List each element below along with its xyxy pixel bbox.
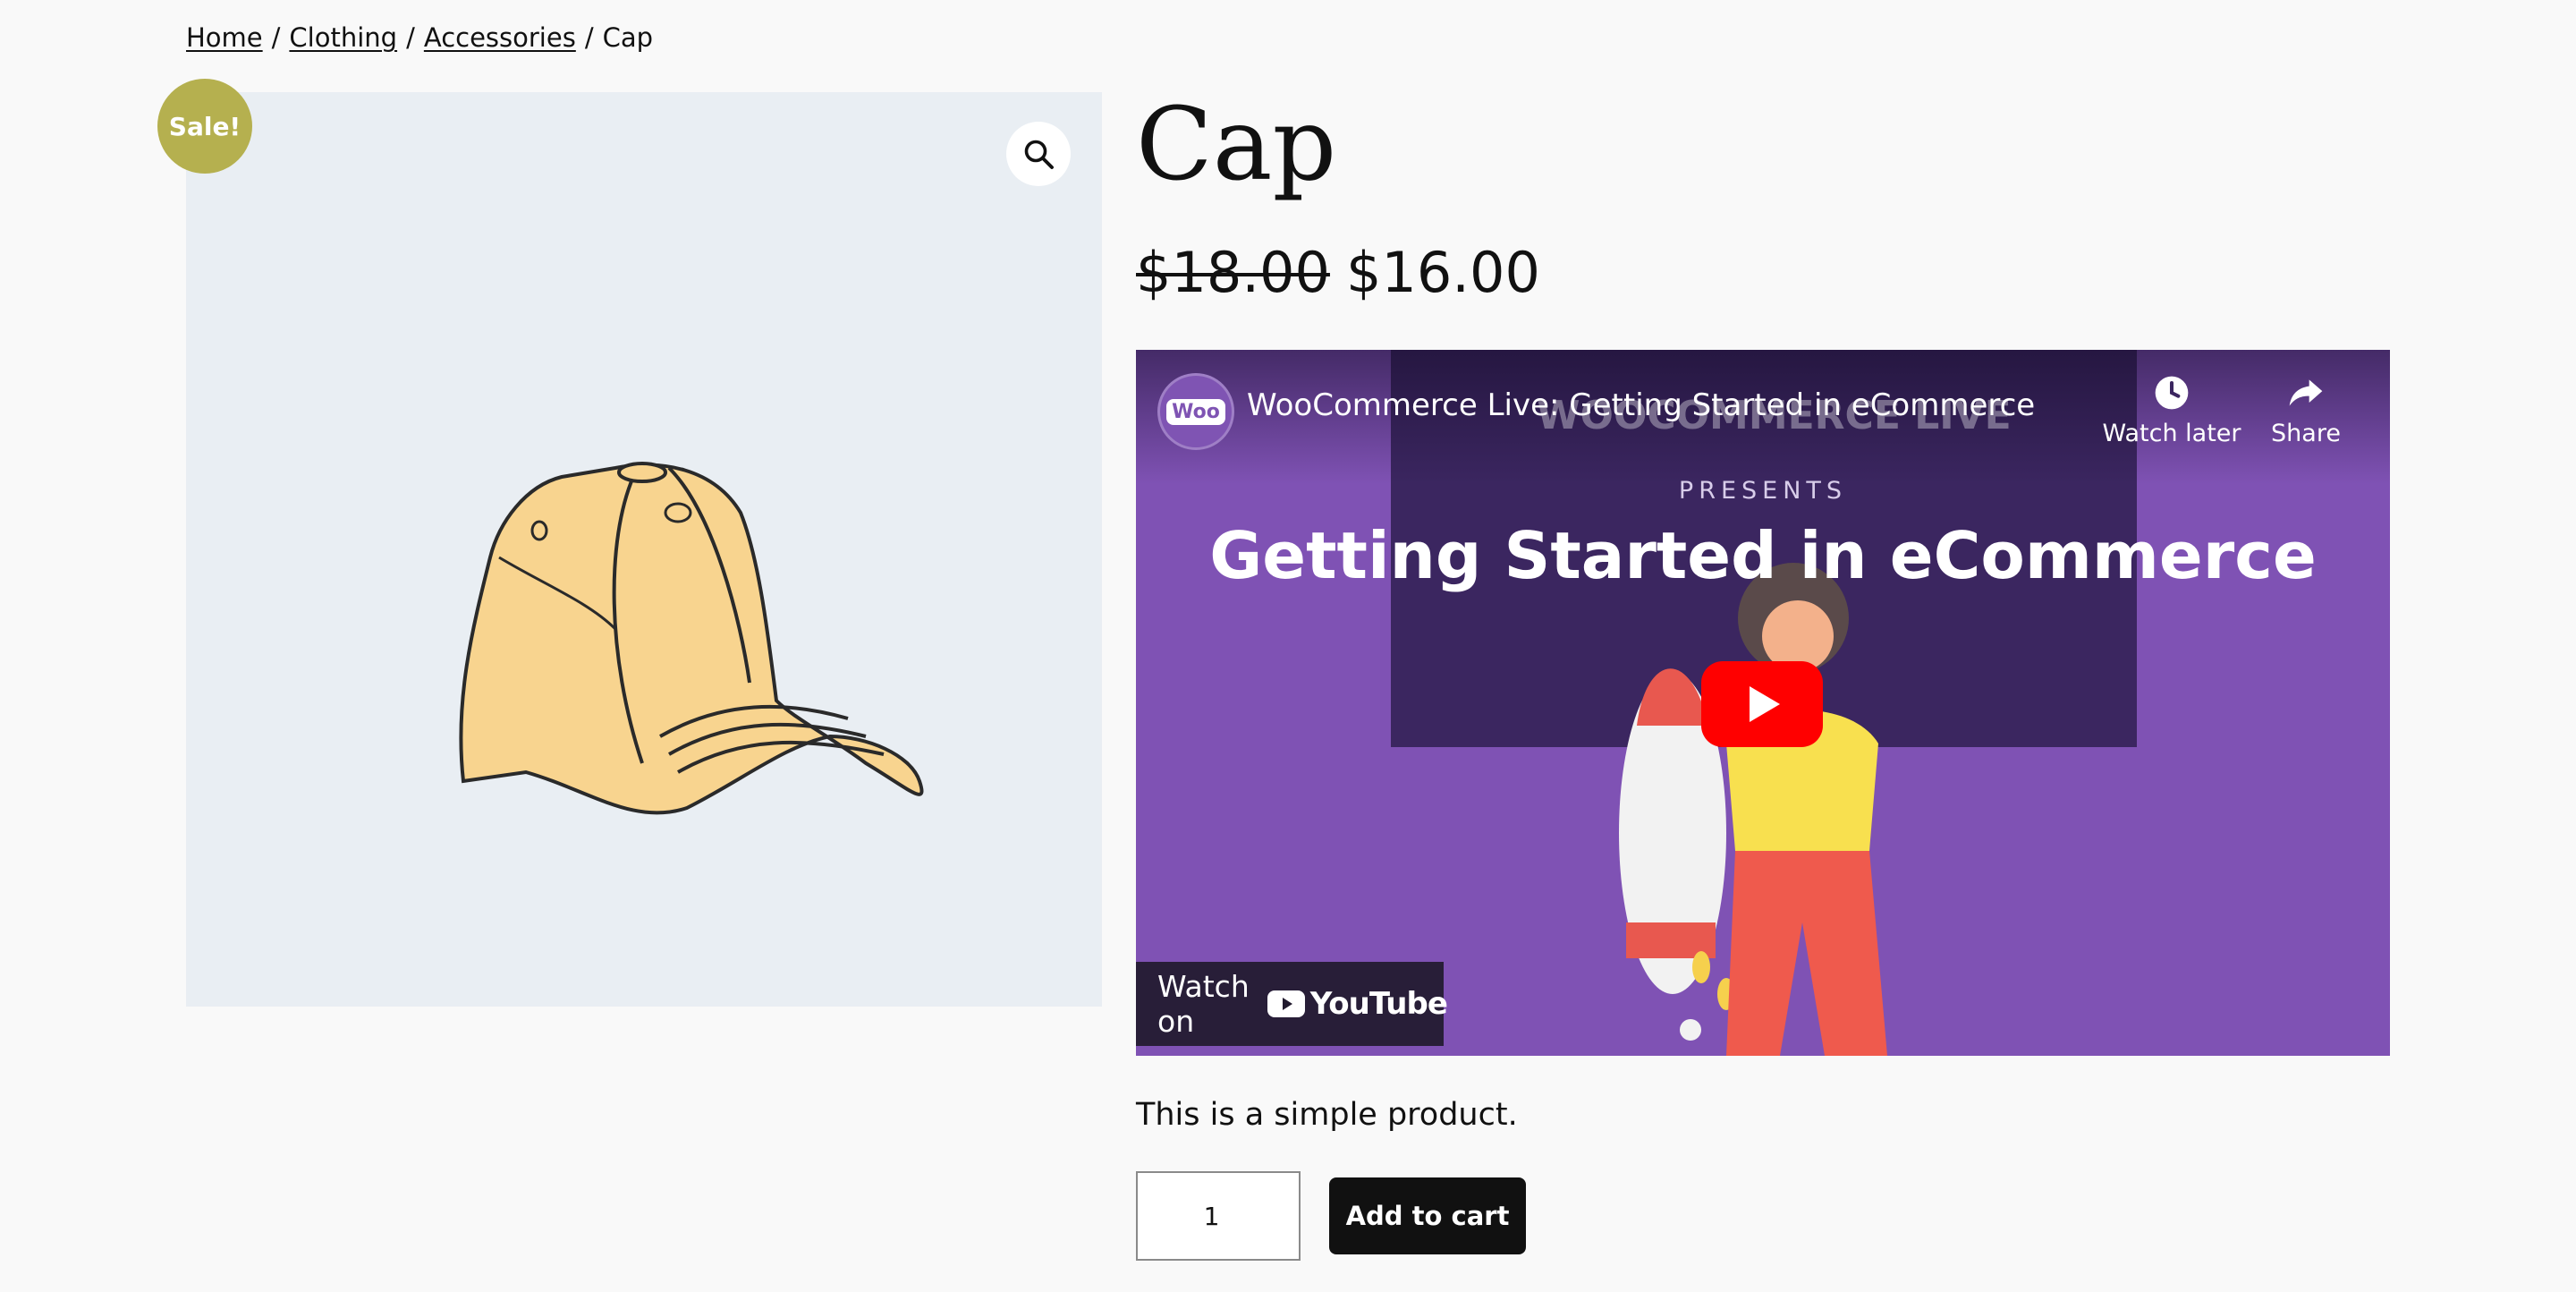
- video-headline: Getting Started in eCommerce: [1209, 518, 2317, 593]
- breadcrumb-separator: /: [406, 22, 415, 53]
- quantity-input[interactable]: [1136, 1171, 1301, 1261]
- youtube-logo: YouTube: [1267, 986, 1448, 1022]
- breadcrumb: Home / Clothing / Accessories / Cap: [186, 20, 653, 55]
- youtube-wordmark: YouTube: [1309, 986, 1448, 1022]
- sale-badge: Sale!: [157, 79, 252, 174]
- magnifier-icon: [1024, 140, 1054, 169]
- product-gallery[interactable]: [186, 92, 1102, 1007]
- play-button[interactable]: [1701, 661, 1823, 747]
- watch-on-youtube-button[interactable]: Watch on YouTube: [1136, 962, 1448, 1046]
- watch-later-label: Watch later: [2102, 420, 2241, 447]
- watch-later-button[interactable]: Watch later: [2100, 373, 2243, 447]
- breadcrumb-clothing-link[interactable]: Clothing: [289, 22, 397, 53]
- video-presents-text: PRESENTS: [1678, 477, 1848, 505]
- regular-price: $18.00: [1136, 240, 1330, 305]
- product-short-description: This is a simple product.: [1136, 1097, 1518, 1133]
- breadcrumb-home-link[interactable]: Home: [186, 22, 263, 53]
- product-image[interactable]: [365, 361, 937, 826]
- clock-icon: [2155, 376, 2189, 410]
- add-to-cart-button[interactable]: Add to cart: [1329, 1177, 1526, 1254]
- breadcrumb-current: Cap: [602, 22, 654, 53]
- watch-on-label: Watch on: [1157, 969, 1250, 1039]
- youtube-video-embed[interactable]: WOOCOMMERCE LIVE PRESENTS Getting Starte…: [1136, 350, 2390, 1056]
- share-label: Share: [2271, 420, 2341, 447]
- channel-avatar[interactable]: Woo: [1157, 373, 1234, 450]
- share-button[interactable]: Share: [2252, 373, 2360, 447]
- channel-badge-text: Woo: [1166, 398, 1225, 425]
- youtube-play-icon: [1267, 990, 1305, 1017]
- zoom-button[interactable]: [1006, 122, 1071, 186]
- breadcrumb-separator: /: [271, 22, 281, 53]
- product-price: $18.00 $16.00: [1136, 234, 1540, 311]
- video-title-link[interactable]: WooCommerce Live: Getting Started in eCo…: [1247, 387, 2035, 423]
- breadcrumb-separator: /: [584, 22, 594, 53]
- breadcrumb-accessories-link[interactable]: Accessories: [424, 22, 576, 53]
- product-title: Cap: [1136, 87, 1337, 203]
- sale-price: $16.00: [1345, 240, 1540, 305]
- share-arrow-icon: [2289, 379, 2323, 406]
